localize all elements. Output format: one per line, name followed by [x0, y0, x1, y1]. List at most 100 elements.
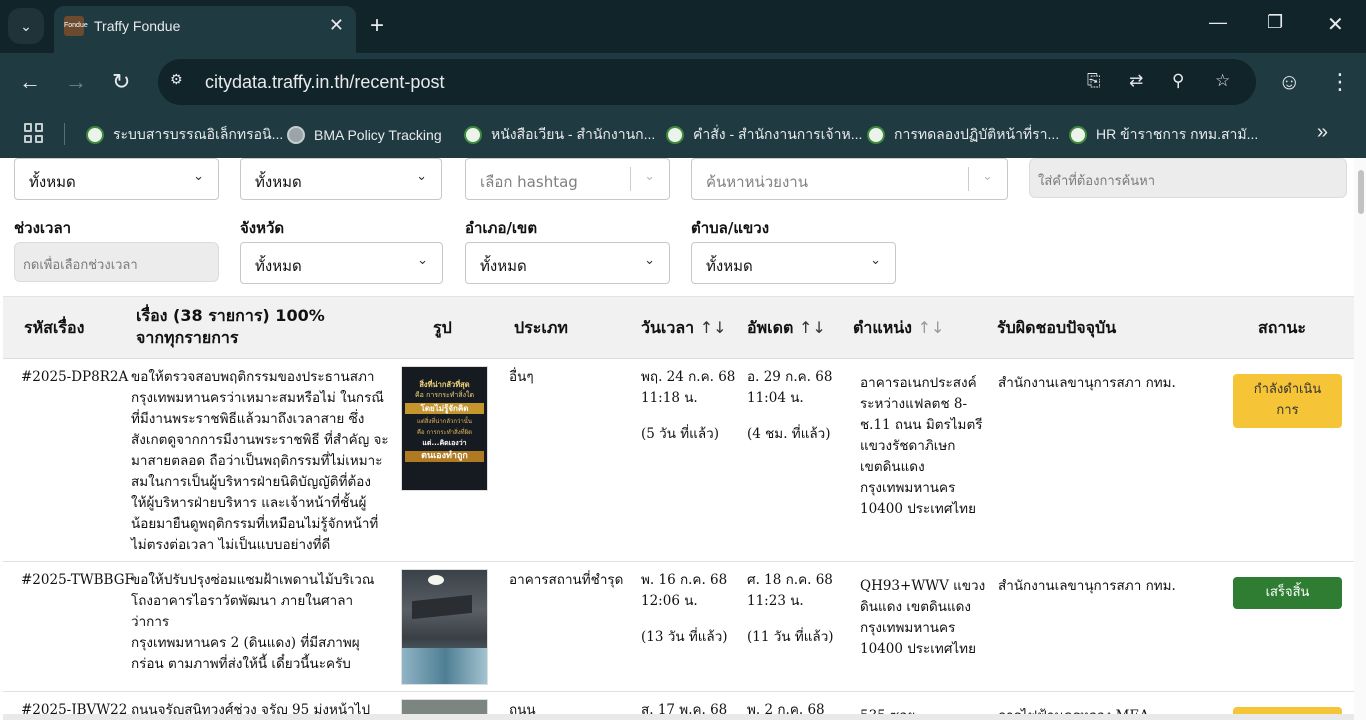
- site-settings-icon[interactable]: ⚙: [170, 71, 192, 93]
- issue-location: QH93+WWV แขวง ดินแดง เขตดินแดง กรุงเทพมห…: [860, 578, 986, 657]
- bookmark-item[interactable]: หนังสือเวียน - สำนักงานก...: [464, 121, 655, 149]
- chevron-down-icon: ⌄: [644, 253, 655, 268]
- col-responsible-header: รับผิดชอบปัจจุบัน: [997, 318, 1117, 337]
- minimize-icon[interactable]: —: [1209, 12, 1227, 33]
- filter-select-2[interactable]: ทั้งหมด ⌄: [240, 158, 442, 200]
- browser-toolbar: ← → ↻ ⚙ citydata.traffy.in.th/recent-pos…: [0, 53, 1366, 113]
- seal-icon: [86, 126, 104, 144]
- col-updated-header[interactable]: อัพเดต ↑↓: [747, 317, 826, 339]
- page-content: ทั้งหมด ⌄ ทั้งหมด ⌄ เลือก hashtag ⌄ ค้นห…: [0, 158, 1366, 720]
- subdistrict-label: ตำบล/แขวง: [691, 219, 770, 237]
- col-location-header[interactable]: ตำแหน่ง ↑↓: [853, 317, 944, 339]
- subdistrict-select[interactable]: ทั้งหมด ⌄: [691, 242, 896, 284]
- translate-icon[interactable]: ⇄: [1129, 71, 1143, 91]
- sort-arrows-icon[interactable]: ↑↓: [918, 318, 945, 337]
- col-subject-header: เรื่อง (38 รายการ) 100% จากทุกรายการ: [136, 306, 325, 347]
- damaged-ceiling-shape: [412, 594, 472, 620]
- more-menu-icon[interactable]: ⋮: [1329, 68, 1351, 96]
- active-tab[interactable]: Fondue Traffy Fondue ✕: [54, 6, 356, 53]
- bookmarks-divider: [64, 123, 65, 145]
- status-badge[interactable]: เสร็จสิ้น: [1233, 577, 1342, 609]
- vertical-scrollbar[interactable]: [1354, 158, 1366, 720]
- keyword-search-input[interactable]: ใส่คำที่ต้องการค้นหา: [1029, 158, 1347, 198]
- zoom-icon[interactable]: ⚲: [1172, 71, 1184, 91]
- issue-photo[interactable]: [401, 569, 488, 685]
- profile-icon[interactable]: ☺: [1278, 68, 1300, 96]
- issues-table: รหัสเรื่อง เรื่อง (38 รายการ) 100% จากทุ…: [3, 296, 1359, 720]
- restore-icon[interactable]: ❐: [1267, 12, 1283, 33]
- table-header: รหัสเรื่อง เรื่อง (38 รายการ) 100% จากทุ…: [3, 297, 1359, 359]
- province-select[interactable]: ทั้งหมด ⌄: [240, 242, 443, 284]
- table-row[interactable]: #2025-TWBBGF ขอให้ปรับปรุงซ่อมแซมฝ้าเพดา…: [3, 562, 1359, 692]
- col-type-header: ประเภท: [514, 318, 568, 337]
- forward-arrow-icon[interactable]: →: [65, 68, 87, 96]
- status-badge[interactable]: กำลังดำเนิน การ: [1233, 374, 1342, 428]
- tab-title: Traffy Fondue: [94, 18, 181, 34]
- close-tab-icon[interactable]: ✕: [329, 15, 344, 36]
- traffy-favicon-icon: Fondue: [64, 16, 88, 36]
- url-text[interactable]: citydata.traffy.in.th/recent-post: [205, 72, 444, 93]
- back-arrow-icon[interactable]: ←: [19, 68, 41, 96]
- seal-icon: [666, 126, 684, 144]
- province-label: จังหวัด: [240, 219, 285, 237]
- sort-arrows-icon[interactable]: ↑↓: [700, 318, 727, 337]
- window-shape: [402, 648, 487, 684]
- issue-id[interactable]: #2025-TWBBGF: [21, 570, 134, 591]
- issue-location: อาคารอเนกประสงค์ ระหว่างแฟลตช 8- ช.11 ถน…: [860, 375, 983, 517]
- bookmark-star-icon[interactable]: ☆: [1215, 71, 1230, 91]
- time-range-label: ช่วงเวลา: [14, 219, 72, 237]
- filter-select-1[interactable]: ทั้งหมด ⌄: [14, 158, 219, 200]
- chevron-down-icon: ⌄: [870, 253, 881, 268]
- col-datetime-header[interactable]: วันเวลา ↑↓: [641, 317, 727, 339]
- seal-icon: [867, 126, 885, 144]
- table-row[interactable]: #2025-DP8R2A ขอให้ตรวจสอบพฤติกรรมของประธ…: [3, 359, 1359, 562]
- seal-icon: [1069, 126, 1087, 144]
- issue-type: อื่นๆ: [509, 369, 534, 385]
- issue-datetime: พ. 16 ก.ค. 68 12:06 น. (13 วัน ที่แล้ว): [641, 572, 728, 645]
- hashtag-select[interactable]: เลือก hashtag ⌄: [465, 158, 670, 200]
- chevron-down-icon: ⌄: [20, 17, 32, 34]
- window-close-icon[interactable]: ✕: [1327, 12, 1344, 37]
- chevron-down-icon: ⌄: [416, 169, 427, 184]
- chevron-down-icon: ⌄: [417, 253, 428, 268]
- bookmark-item[interactable]: BMA Policy Tracking: [287, 121, 442, 149]
- reload-icon[interactable]: ↻: [112, 68, 130, 96]
- issue-datetime: พฤ. 24 ก.ค. 68 11:18 น. (5 วัน ที่แล้ว): [641, 369, 736, 442]
- issue-responsible: สำนักงานเลขานุการสภา กทม.: [998, 375, 1176, 391]
- address-bar[interactable]: ⚙ citydata.traffy.in.th/recent-post ⎘ ⇄ …: [158, 59, 1256, 105]
- district-label: อำเภอ/เขต: [465, 219, 538, 237]
- ceiling-light-shape: [428, 575, 444, 585]
- scrollbar-thumb[interactable]: [1358, 170, 1364, 214]
- bookmark-item[interactable]: การทดลองปฏิบัติหน้าที่รา...: [867, 121, 1059, 149]
- select-divider: [630, 167, 631, 191]
- bookmarks-overflow-icon[interactable]: »: [1317, 121, 1328, 144]
- issue-type: อาคารสถานที่ชำรุด: [509, 572, 624, 588]
- bookmark-item[interactable]: HR ข้าราชการ กทม.สามั...: [1069, 121, 1258, 149]
- sort-arrows-icon[interactable]: ↑↓: [799, 318, 826, 337]
- tab-search-button[interactable]: ⌄: [8, 8, 44, 44]
- bookmark-item[interactable]: คำสั่ง - สำนักงานการเจ้าห...: [666, 121, 862, 149]
- time-range-picker[interactable]: กดเพื่อเลือกช่วงเวลา: [14, 242, 219, 282]
- tab-strip: ⌄ Fondue Traffy Fondue ✕ + — ❐ ✕: [0, 0, 1366, 53]
- issue-responsible: สำนักงานเลขานุการสภา กทม.: [998, 578, 1176, 594]
- issue-subject: ขอให้ปรับปรุงซ่อมแซมฝ้าเพดานไม้บริเวณ โถ…: [131, 572, 375, 672]
- horizontal-scrollbar[interactable]: [3, 714, 1359, 720]
- globe-icon: [287, 126, 305, 144]
- select-divider: [968, 167, 969, 191]
- agency-search-select[interactable]: ค้นหาหน่วยงาน ⌄: [691, 158, 1008, 200]
- col-status-header: สถานะ: [1258, 318, 1306, 337]
- issue-photo[interactable]: สิ่งที่น่ากลัวที่สุด คือ การกระทำสิ่งใด …: [401, 366, 488, 491]
- install-app-icon[interactable]: ⎘: [1087, 71, 1101, 91]
- issue-updated: ศ. 18 ก.ค. 68 11:23 น. (11 วัน ที่แล้ว): [747, 572, 834, 645]
- chevron-down-icon: ⌄: [644, 169, 655, 184]
- new-tab-icon[interactable]: +: [370, 12, 384, 40]
- apps-grid-icon[interactable]: [24, 123, 44, 143]
- chevron-down-icon: ⌄: [982, 169, 993, 184]
- issue-id[interactable]: #2025-DP8R2A: [21, 367, 128, 388]
- col-id-header: รหัสเรื่อง: [24, 318, 85, 337]
- chevron-down-icon: ⌄: [193, 169, 204, 184]
- col-image-header: รูป: [433, 318, 452, 337]
- district-select[interactable]: ทั้งหมด ⌄: [465, 242, 670, 284]
- issue-updated: อ. 29 ก.ค. 68 11:04 น. (4 ชม. ที่แล้ว): [747, 369, 833, 442]
- bookmark-item[interactable]: ระบบสารบรรณอิเล็กทรอนิ...: [86, 121, 283, 149]
